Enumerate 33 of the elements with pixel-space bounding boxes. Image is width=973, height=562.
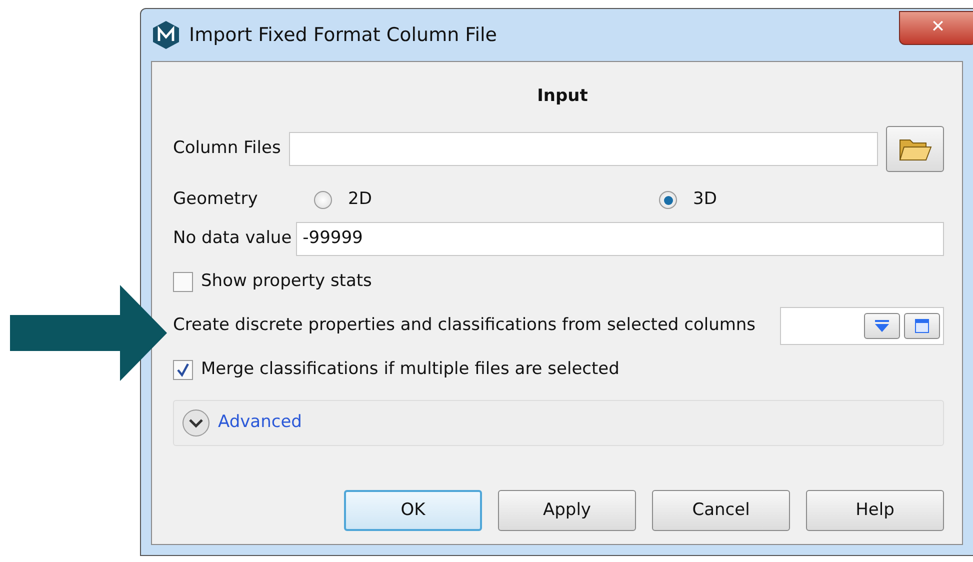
radio-option[interactable]: 3D	[659, 187, 717, 213]
radio-option[interactable]: 2D	[314, 187, 659, 213]
select-all-button[interactable]	[904, 313, 940, 339]
radio-button[interactable]	[659, 191, 677, 209]
dialog-button[interactable]: Help	[806, 490, 944, 531]
field-label: No data value	[173, 227, 292, 250]
chevron-icon	[182, 409, 210, 437]
checkbox-label: Merge classifications if multiple files are selected	[201, 358, 620, 382]
column-select-field[interactable]	[780, 307, 944, 345]
section-title: Input	[537, 85, 588, 108]
arrow-icon	[10, 285, 167, 381]
app-logo-icon	[151, 20, 181, 50]
radio-label: 3D	[693, 188, 717, 212]
dialog-button[interactable]: OK	[344, 490, 482, 531]
window-title: Import Fixed Format Column File	[189, 22, 497, 48]
caret-icon	[875, 320, 889, 332]
field-label: Column Files	[173, 137, 281, 160]
square-icon	[915, 319, 929, 333]
field-label: Geometry	[173, 188, 259, 212]
browse-button[interactable]	[886, 126, 944, 172]
dropdown-button[interactable]	[864, 313, 900, 339]
field-label: Create discrete properties and classifications from selected columns	[173, 314, 757, 338]
column-files-field[interactable]	[288, 132, 878, 166]
checkbox-label: Show property stats	[201, 270, 372, 294]
expand-button[interactable]	[182, 409, 210, 437]
radio-label: 2D	[348, 188, 372, 212]
advanced-link[interactable]: Advanced	[218, 410, 302, 436]
checkbox[interactable]	[173, 360, 193, 380]
no-data-field[interactable]: -99999	[296, 222, 944, 256]
dialog-button[interactable]: Cancel	[652, 490, 790, 531]
dialog-button[interactable]: Apply	[498, 490, 636, 531]
radio-button[interactable]	[314, 191, 332, 209]
checkbox[interactable]	[173, 272, 193, 292]
